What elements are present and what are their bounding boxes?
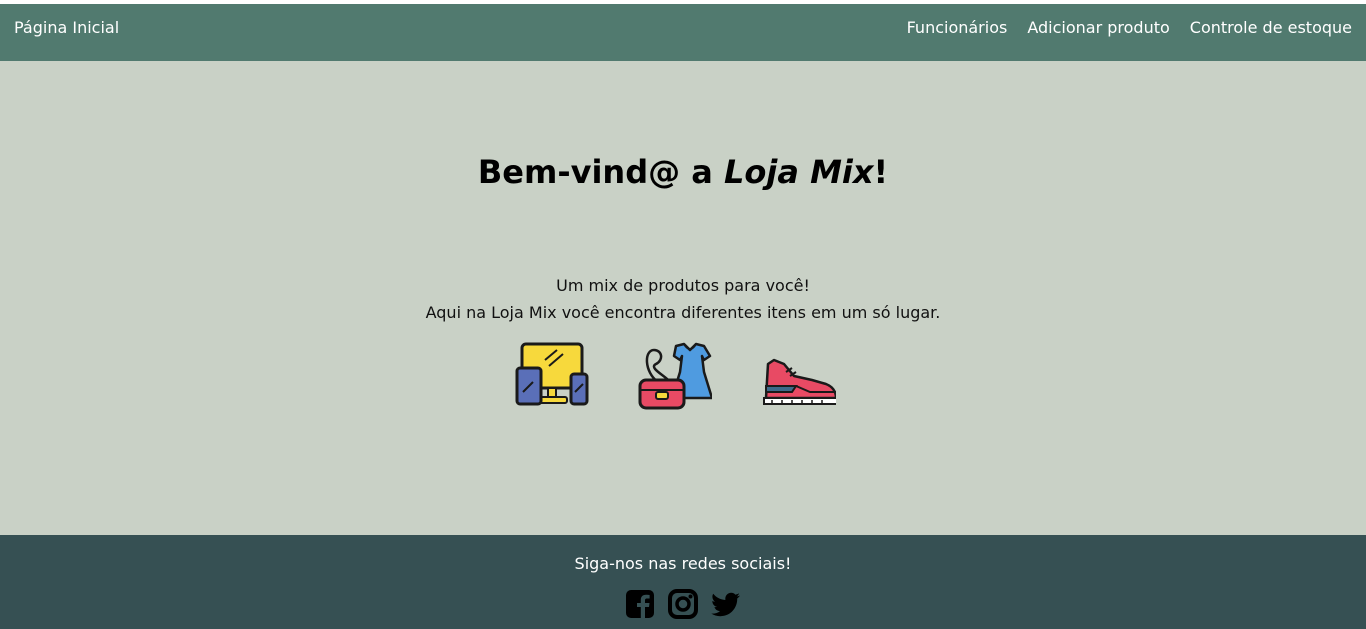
sneaker-icon [763, 358, 836, 405]
title-suffix: ! [873, 153, 889, 191]
footer: Siga-nos nas redes sociais! [0, 535, 1366, 629]
facebook-icon[interactable] [625, 589, 655, 619]
nav-link-controle-estoque[interactable]: Controle de estoque [1190, 4, 1352, 52]
title-prefix: Bem-vind@ a [477, 153, 724, 191]
nav-link-funcionarios[interactable]: Funcionários [907, 4, 1008, 52]
nav-link-adicionar-produto[interactable]: Adicionar produto [1027, 4, 1169, 52]
nav-home-link[interactable]: Página Inicial [14, 4, 119, 52]
twitter-icon[interactable] [711, 589, 741, 619]
category-icons [0, 342, 1366, 412]
social-icons [0, 589, 1366, 619]
main-content: Bem-vind@ a Loja Mix! Um mix de produtos… [0, 61, 1366, 535]
follow-text: Siga-nos nas redes sociais! [574, 554, 792, 573]
nav-links: Funcionários Adicionar produto Controle … [907, 4, 1352, 52]
title-brand: Loja Mix [723, 153, 874, 191]
clothing-bag-icon [638, 342, 712, 410]
electronics-icon [515, 342, 589, 406]
tagline: Um mix de produtos para você! Aqui na Lo… [0, 272, 1366, 326]
tagline-line-2: Aqui na Loja Mix você encontra diferente… [425, 303, 941, 322]
tagline-line-1: Um mix de produtos para você! [556, 276, 810, 295]
instagram-icon[interactable] [668, 589, 698, 619]
navbar: Página Inicial Funcionários Adicionar pr… [0, 4, 1366, 61]
page-title: Bem-vind@ a Loja Mix! [0, 150, 1366, 194]
